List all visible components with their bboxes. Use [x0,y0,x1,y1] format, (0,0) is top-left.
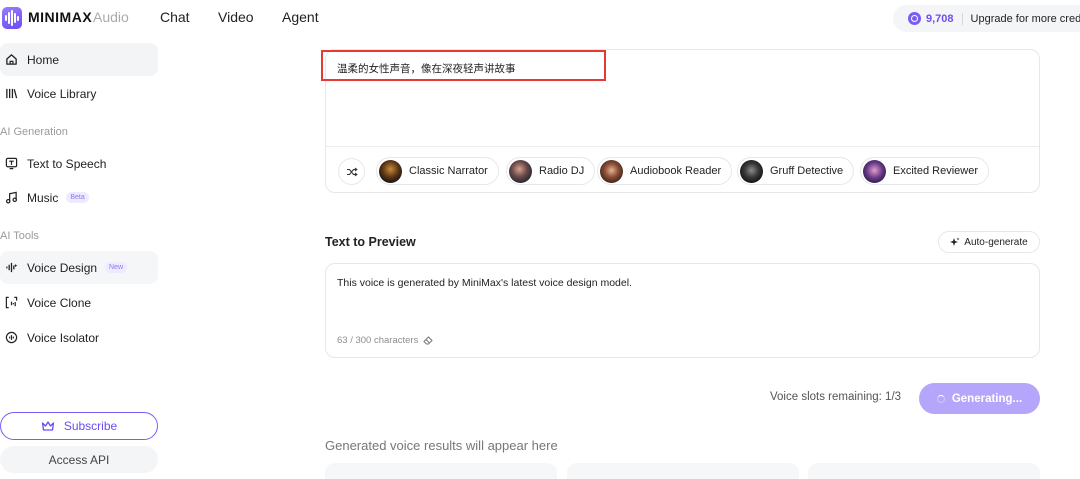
preset-radio-dj[interactable]: Radio DJ [506,157,596,185]
preset-excited-reviewer[interactable]: Excited Reviewer [860,157,989,185]
avatar-classic-narrator-icon [379,159,402,183]
generate-button-label: Generating... [951,392,1023,405]
subscribe-label: Subscribe [63,419,118,433]
preview-text-input[interactable]: This voice is generated by MiniMax's lat… [337,277,632,289]
credits-pill[interactable]: 9,708 Upgrade for more cred [893,5,1080,32]
preset-label: Excited Reviewer [893,165,978,177]
sidebar-item-label: Voice Isolator [27,330,100,345]
sparkle-icon [950,237,960,247]
crown-icon [41,420,55,432]
preset-label: Radio DJ [539,165,585,177]
avatar-audiobook-reader-icon [600,159,623,183]
preset-audiobook-reader[interactable]: Audiobook Reader [597,157,733,185]
result-placeholder-card [808,463,1040,479]
top-bar: MINIMAX Audio Chat Video Agent 9,708 Upg… [0,0,1080,38]
sidebar-item-label: Voice Design [27,260,98,275]
credit-divider [961,12,963,25]
sidebar-item-text-to-speech[interactable]: Text to Speech [0,147,158,180]
avatar-radio-dj-icon [509,159,532,183]
loading-spinner-icon [936,394,945,403]
sidebar-item-label: Voice Clone [27,295,92,310]
music-note-icon [4,191,18,205]
auto-generate-button[interactable]: Auto-generate [938,231,1040,253]
preview-text-card: This voice is generated by MiniMax's lat… [325,263,1040,358]
shuffle-icon [346,167,358,177]
generate-button[interactable]: Generating... [919,383,1040,414]
sidebar-item-label: Text to Speech [27,156,107,171]
sidebar-item-voice-library[interactable]: Voice Library [0,77,158,110]
auto-generate-label: Auto-generate [964,236,1028,248]
credit-balance: 9,708 [926,12,954,25]
sidebar-item-voice-design[interactable]: Voice Design New [0,251,158,284]
beta-badge: Beta [66,192,89,203]
sidebar-item-home[interactable]: Home [0,43,158,76]
nav-video[interactable]: Video [218,9,254,25]
subscribe-button[interactable]: Subscribe [0,412,158,440]
preset-label: Gruff Detective [770,165,844,177]
eraser-icon[interactable] [423,336,434,345]
credit-coin-icon [908,12,921,25]
sidebar-item-music[interactable]: Music Beta [0,181,158,214]
brand-product: Audio [93,9,129,25]
section-ai-generation: AI Generation [0,126,68,138]
results-heading: Generated voice results will appear here [325,438,558,453]
nav-chat[interactable]: Chat [160,9,190,25]
character-count-label: 63 / 300 characters [337,335,419,346]
sidebar-item-label: Home [27,52,60,67]
sidebar-item-label: Voice Library [27,86,97,101]
brand-name[interactable]: MINIMAX [28,9,92,25]
avatar-gruff-detective-icon [740,159,763,183]
access-api-button[interactable]: Access API [0,446,158,473]
sidebar-item-voice-clone[interactable]: Voice Clone [0,286,158,319]
minimax-logo-icon[interactable] [2,7,22,29]
voice-slots-remaining: Voice slots remaining: 1/3 [770,391,902,403]
home-icon [4,53,18,67]
upgrade-link[interactable]: Upgrade for more cred [971,13,1080,25]
voice-prompt-input[interactable]: 温柔的女性声音，像在深夜轻声讲故事 [337,61,516,76]
card-divider [326,146,1039,147]
voice-prompt-card: 温柔的女性声音，像在深夜轻声讲故事 Classic Narrator Radio… [325,49,1040,193]
section-ai-tools: AI Tools [0,230,39,242]
preset-gruff-detective[interactable]: Gruff Detective [737,157,855,185]
voice-design-icon [4,261,18,275]
preset-label: Audiobook Reader [630,165,722,177]
sidebar-item-voice-isolator[interactable]: Voice Isolator [0,321,158,354]
text-to-preview-title: Text to Preview [325,235,416,249]
avatar-excited-reviewer-icon [863,159,886,183]
shuffle-button[interactable] [338,158,365,185]
library-icon [4,87,18,101]
voice-isolator-icon [4,331,18,345]
sidebar-item-label: Music [27,190,59,205]
voice-clone-icon [4,296,18,310]
new-badge: New [105,262,128,273]
nav-agent[interactable]: Agent [282,9,319,25]
result-placeholder-card [325,463,557,479]
text-to-speech-icon [4,157,18,171]
preset-classic-narrator[interactable]: Classic Narrator [376,157,499,185]
result-placeholder-card [567,463,799,479]
character-count: 63 / 300 characters [337,335,434,346]
preset-label: Classic Narrator [409,165,488,177]
